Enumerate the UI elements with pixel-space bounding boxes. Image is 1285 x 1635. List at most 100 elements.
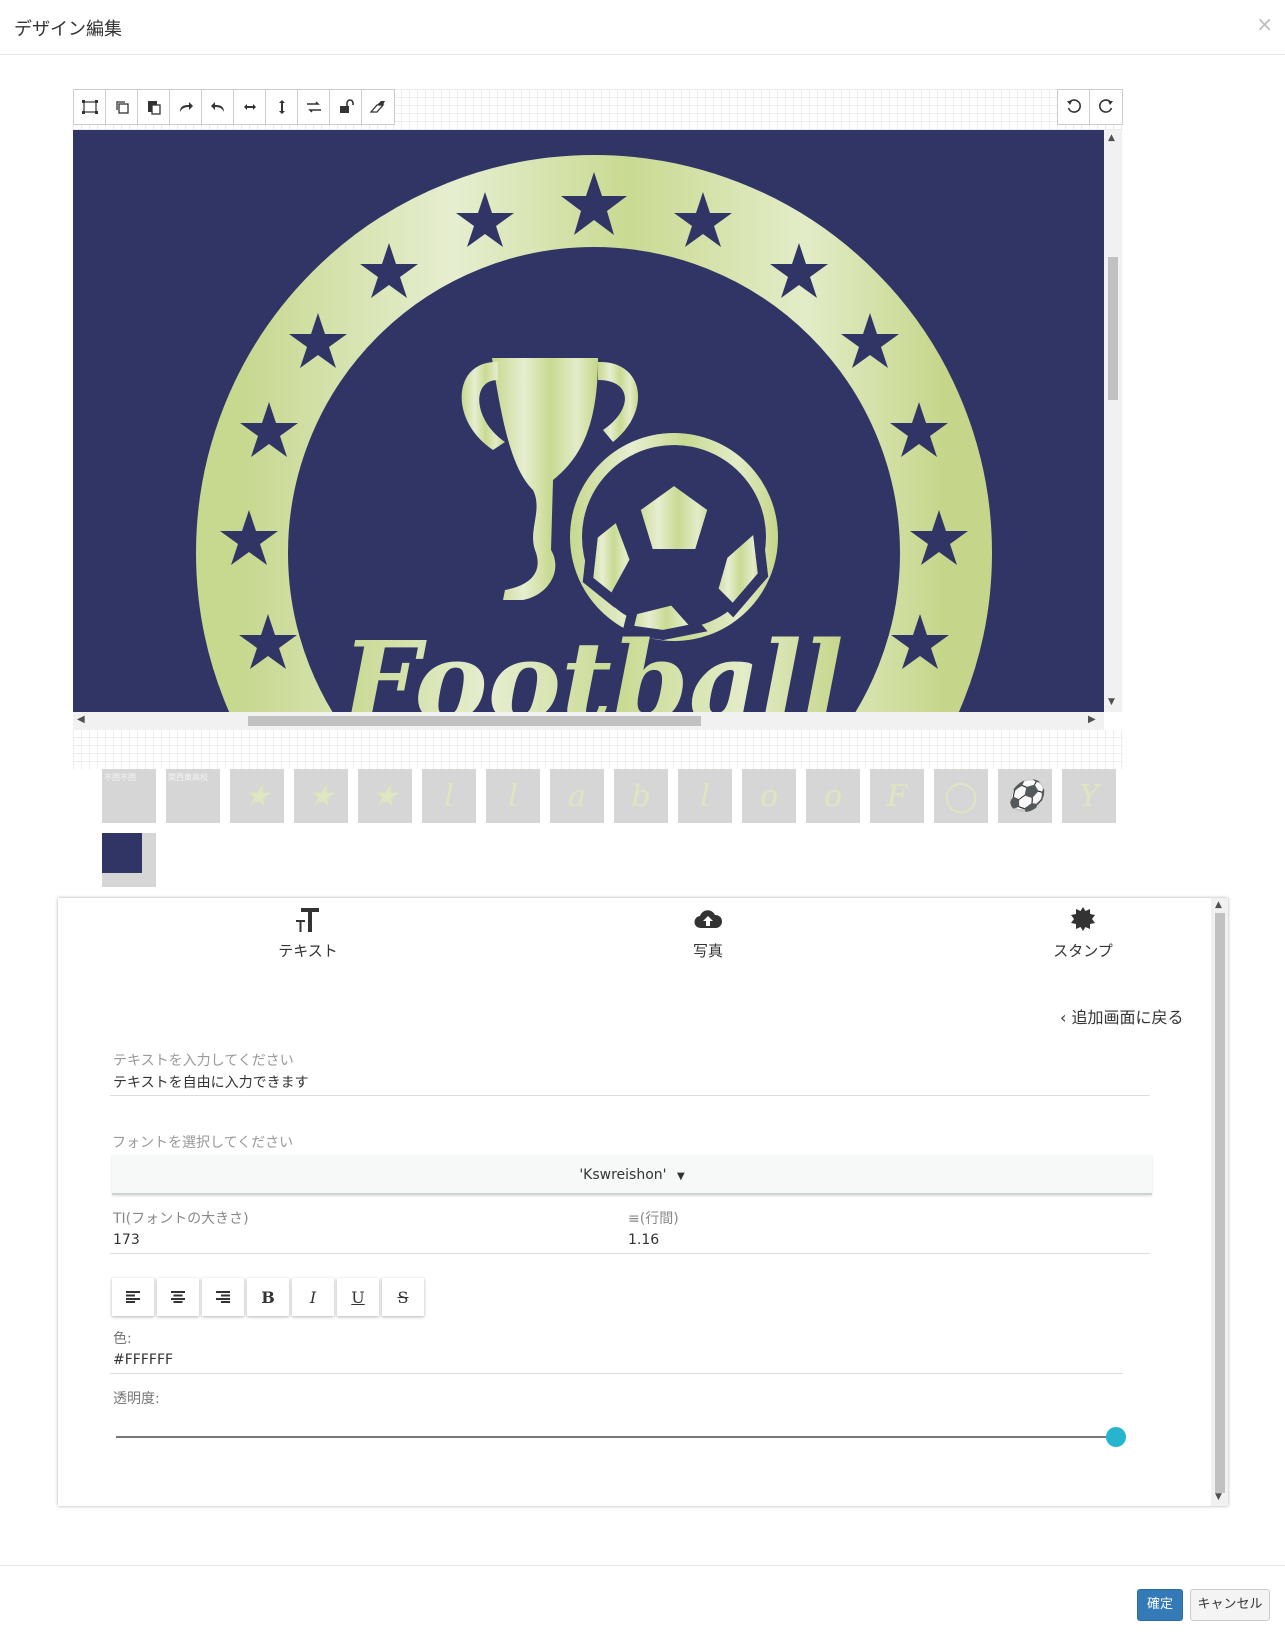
bold-button[interactable]: B [247, 1278, 289, 1316]
align-right-icon [216, 1291, 230, 1303]
panel-scrollbar[interactable]: ▲ ▼ [1211, 898, 1228, 1506]
scroll-down-icon[interactable]: ▼ [1108, 697, 1115, 707]
layer-thumb[interactable]: o [806, 769, 860, 823]
scroll-down-icon[interactable]: ▼ [1215, 1492, 1222, 1502]
layer-thumb[interactable]: l [486, 769, 540, 823]
layer-list: 不囲不囲 関西東高校 ★ ★ ★ l l a b l o o F ◯ ⚽ Y [102, 769, 1132, 897]
font-size-input[interactable] [110, 1226, 645, 1254]
layer-row: 不囲不囲 関西東高校 ★ ★ ★ l l a b l o o F ◯ ⚽ Y [102, 769, 1132, 823]
modal-header: デザイン編集 × [0, 0, 1285, 55]
layer-label: 不囲不囲 [104, 773, 136, 782]
flip-vertical-icon[interactable] [266, 90, 298, 124]
scroll-right-icon[interactable]: ▶ [1088, 714, 1096, 725]
football-emblem: Football [196, 155, 992, 712]
copy-icon[interactable] [106, 90, 138, 124]
layer-glyph: l [700, 778, 710, 814]
rotate-right-icon[interactable] [1090, 90, 1122, 124]
layer-thumb[interactable]: a [550, 769, 604, 823]
soccer-ball-icon: ⚽ [1006, 778, 1044, 814]
line-height-input[interactable] [625, 1226, 1150, 1254]
italic-button[interactable]: I [292, 1278, 334, 1316]
canvas-viewport: Football ▲ ▼ ◀ ▶ [73, 130, 1122, 730]
horizontal-scroll-thumb[interactable] [248, 716, 701, 726]
font-dropdown-value: 'Kswreishon' [579, 1167, 667, 1183]
layer-thumb[interactable]: ⚽ [998, 769, 1052, 823]
cancel-button[interactable]: キャンセル [1190, 1589, 1270, 1621]
vertical-scroll-thumb[interactable] [1108, 257, 1118, 400]
tab-photo[interactable]: 写真 [618, 906, 798, 961]
star-icon: ★ [371, 778, 399, 814]
canvas-vertical-scrollbar[interactable]: ▲ ▼ [1104, 130, 1122, 712]
strikethrough-button[interactable]: S [382, 1278, 424, 1316]
font-select-label: フォントを選択してください [112, 1135, 294, 1151]
background-swatch [102, 833, 142, 873]
font-dropdown[interactable]: 'Kswreishon' ▼ [112, 1155, 1152, 1195]
close-icon[interactable]: × [1256, 12, 1273, 36]
text-format-toolbar: B I U S [112, 1278, 424, 1316]
modal-title: デザイン編集 [14, 19, 122, 40]
tab-label: 写真 [692, 942, 723, 960]
undo-arrow-icon[interactable] [202, 90, 234, 124]
layer-thumb[interactable]: F [870, 769, 924, 823]
underline-button[interactable]: U [337, 1278, 379, 1316]
text-input-label: テキストを入力してください [113, 1053, 294, 1069]
align-center-button[interactable] [157, 1278, 199, 1316]
tab-text[interactable]: テキスト [218, 906, 398, 961]
paste-icon[interactable] [138, 90, 170, 124]
opacity-label: 透明度: [113, 1391, 160, 1407]
layer-glyph: o [759, 778, 779, 814]
align-right-button[interactable] [202, 1278, 244, 1316]
slider-knob[interactable] [1106, 1427, 1126, 1447]
design-editor: Football ▲ ▼ ◀ ▶ [73, 89, 1123, 769]
layer-thumb[interactable]: ◯ [934, 769, 988, 823]
star-icon: ★ [307, 778, 335, 814]
rotate-toolbar [1057, 89, 1123, 125]
redo-arrow-icon[interactable] [170, 90, 202, 124]
scroll-left-icon[interactable]: ◀ [77, 714, 85, 725]
star-icon: ★ [243, 778, 271, 814]
properties-panel: テキスト 写真 スタンプ ‹ 追加画面に戻る テキストを入力してください フォン… [58, 898, 1228, 1506]
flip-horizontal-icon[interactable] [234, 90, 266, 124]
layer-thumb[interactable]: Y [1062, 769, 1116, 823]
caret-down-icon: ▼ [676, 1171, 685, 1182]
ring-icon: ◯ [944, 778, 978, 814]
color-label: 色: [113, 1331, 132, 1347]
align-left-button[interactable] [112, 1278, 154, 1316]
eraser-icon[interactable] [362, 90, 394, 124]
layer-thumb[interactable]: l [678, 769, 732, 823]
cloud-upload-icon [618, 906, 798, 938]
layer-thumb[interactable]: ★ [294, 769, 348, 823]
layer-glyph: l [444, 778, 454, 814]
layer-thumb[interactable]: l [422, 769, 476, 823]
layer-thumb-background[interactable] [102, 833, 156, 887]
design-canvas[interactable]: Football [73, 130, 1104, 712]
color-input[interactable] [110, 1346, 1123, 1374]
canvas-text: Football [339, 617, 843, 712]
layer-thumb[interactable]: b [614, 769, 668, 823]
layer-thumb[interactable]: 関西東高校 [166, 769, 220, 823]
rotate-left-icon[interactable] [1058, 90, 1090, 124]
canvas-horizontal-scrollbar[interactable]: ◀ ▶ [73, 712, 1104, 730]
text-input[interactable] [110, 1068, 1150, 1096]
layer-thumb[interactable]: ★ [358, 769, 412, 823]
layer-glyph: o [823, 778, 843, 814]
scroll-up-icon[interactable]: ▲ [1108, 133, 1115, 143]
layer-thumb[interactable]: ★ [230, 769, 284, 823]
text-size-icon [218, 906, 398, 938]
layer-glyph: a [568, 778, 586, 814]
unlock-icon[interactable] [330, 90, 362, 124]
layer-thumb[interactable]: 不囲不囲 [102, 769, 156, 823]
panel-scroll-thumb[interactable] [1215, 913, 1225, 1493]
badge-stamp-icon [993, 906, 1173, 938]
tab-stamp[interactable]: スタンプ [993, 906, 1173, 961]
layer-glyph: l [508, 778, 518, 814]
tab-label: テキスト [278, 942, 338, 960]
scroll-up-icon[interactable]: ▲ [1215, 900, 1222, 910]
crop-select-icon[interactable] [74, 90, 106, 124]
confirm-button[interactable]: 確定 [1137, 1589, 1183, 1621]
line-height-label: ≡(行間) [628, 1211, 679, 1227]
layer-thumb[interactable]: o [742, 769, 796, 823]
back-to-add-screen-link[interactable]: ‹ 追加画面に戻る [1060, 1004, 1184, 1028]
opacity-slider[interactable] [116, 1426, 1126, 1448]
swap-icon[interactable] [298, 90, 330, 124]
